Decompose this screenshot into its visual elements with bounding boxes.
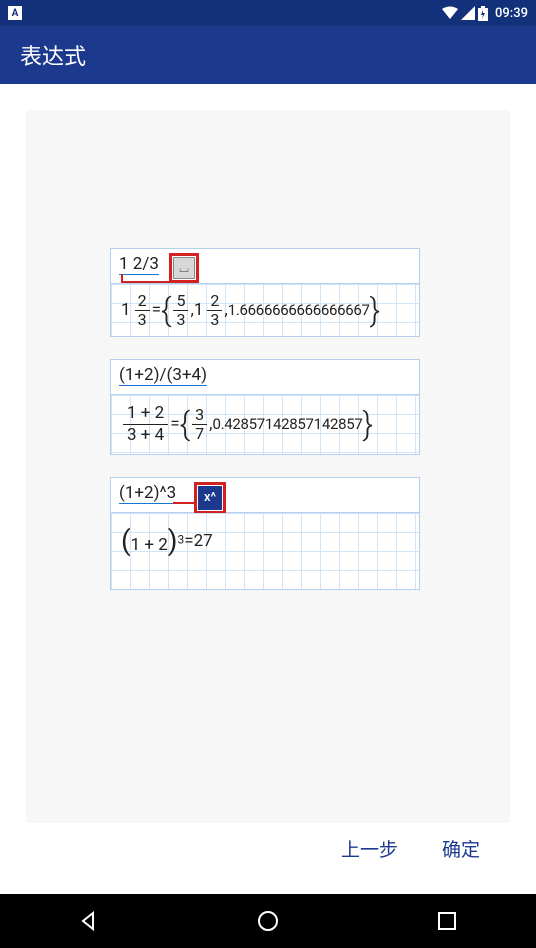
- nav-recent-button[interactable]: [433, 907, 461, 935]
- ok-button[interactable]: 确定: [442, 835, 480, 862]
- battery-charging-icon: [478, 6, 488, 21]
- denominator: 3: [207, 311, 222, 329]
- input-text-2: (1+2)/(3+4): [119, 365, 207, 386]
- key-highlight-space: ⌴: [169, 253, 199, 283]
- decimal-value: 0.42857142857142857: [212, 415, 362, 433]
- equals: =: [170, 414, 179, 434]
- connector: [121, 281, 169, 283]
- key-highlight-power: x^: [194, 482, 226, 514]
- equals: =: [152, 300, 161, 320]
- navigation-bar: [0, 894, 536, 948]
- status-bar: A 09:39: [0, 0, 536, 26]
- app-bar: 表达式: [0, 26, 536, 84]
- example-input-3: (1+2)^3 x^: [111, 478, 419, 513]
- example-input-1: 1 2/3 ⌴: [111, 249, 419, 284]
- home-icon: [256, 909, 280, 933]
- fraction: 5 3: [173, 292, 188, 328]
- input-text-3: (1+2)^3: [119, 483, 176, 504]
- status-time: 09:39: [495, 6, 528, 21]
- rbrace-icon: }: [362, 408, 373, 440]
- examples-container: 1 2/3 ⌴ 1 2 3: [110, 248, 420, 612]
- numerator: 5: [173, 292, 188, 311]
- denominator: 7: [192, 425, 207, 443]
- nav-back-button[interactable]: [75, 907, 103, 935]
- example-output-2: 1 + 2 3 + 4 = { 3 7 , 0.4285714285714285…: [111, 395, 419, 453]
- whole-part: 1: [121, 300, 131, 320]
- numerator: 1 + 2: [123, 403, 168, 425]
- lbrace-icon: {: [180, 408, 191, 440]
- connector: [173, 502, 194, 504]
- example-panel-2: (1+2)/(3+4) 1 + 2 3 + 4 = { 3: [110, 359, 420, 454]
- exponent: 3: [178, 532, 185, 546]
- example-panel-1: 1 2/3 ⌴ 1 2 3: [110, 248, 420, 337]
- numerator: 2: [207, 292, 222, 311]
- example-output-1: 1 2 3 = { 5 3: [111, 284, 419, 336]
- denominator: 3: [173, 311, 188, 329]
- example-input-2: (1+2)/(3+4): [111, 360, 419, 395]
- paren-expression: (1 + 2)3: [121, 527, 184, 555]
- equals: =: [184, 531, 193, 551]
- nav-home-button[interactable]: [254, 907, 282, 935]
- content-inner: 1 2/3 ⌴ 1 2 3: [26, 110, 510, 823]
- numerator: 3: [192, 406, 207, 425]
- example-output-3: (1 + 2)3 = 27: [111, 513, 419, 589]
- app-title: 表达式: [20, 39, 86, 71]
- result-value: 27: [194, 531, 213, 551]
- lbrace-icon: {: [161, 294, 172, 326]
- whole-part: 1: [194, 300, 204, 320]
- content-area: 1 2/3 ⌴ 1 2 3: [0, 84, 536, 894]
- numerator: 2: [135, 292, 150, 311]
- back-icon: [78, 910, 100, 932]
- mixed-fraction: 1 2 3: [194, 292, 225, 328]
- denominator: 3 + 4: [123, 425, 168, 446]
- decimal-value: 1.6666666666666667: [228, 301, 370, 319]
- power-key-icon: x^: [198, 486, 222, 510]
- space-key-icon: ⌴: [173, 257, 195, 279]
- fraction: 3 7: [192, 406, 207, 442]
- recent-icon: [437, 911, 457, 931]
- dialog-buttons: 上一步 确定: [26, 823, 510, 882]
- rbrace-icon: }: [370, 294, 381, 326]
- signal-icon: [461, 6, 475, 20]
- previous-button[interactable]: 上一步: [341, 835, 398, 862]
- example-panel-3: (1+2)^3 x^ (1 + 2)3 = 27: [110, 477, 420, 590]
- input-text-1: 1 2/3: [119, 254, 159, 275]
- denominator: 3: [135, 311, 150, 329]
- base: 1 + 2: [131, 535, 168, 555]
- fraction: 1 + 2 3 + 4: [123, 403, 168, 445]
- wifi-icon: [442, 6, 458, 20]
- mixed-fraction: 1 2 3: [121, 292, 152, 328]
- app-indicator-icon: A: [8, 6, 22, 20]
